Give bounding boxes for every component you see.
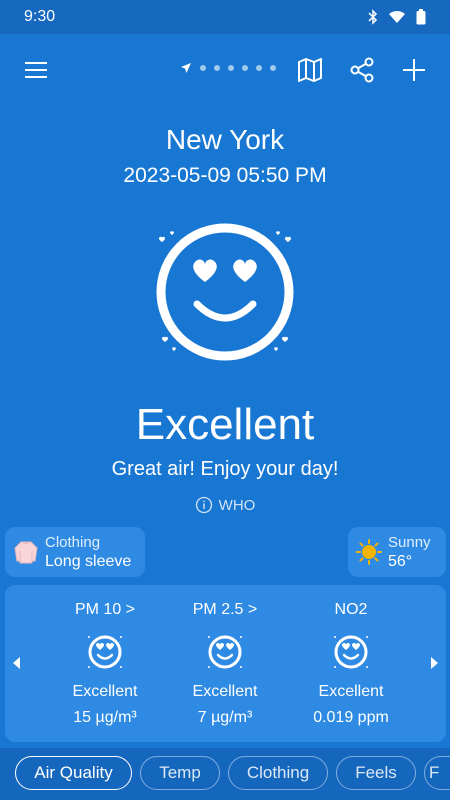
pollutant-status: Excellent (318, 683, 384, 700)
status-icons (368, 9, 426, 25)
air-quality-message: Great air! Enjoy your day! (111, 458, 339, 480)
weather-temperature: 56° (388, 553, 413, 570)
clothing-value: Long sleeve (45, 553, 132, 570)
scroll-left-button[interactable] (13, 657, 21, 672)
page-dot (200, 65, 206, 71)
status-bar: 9:30 (0, 0, 450, 34)
location-arrow-icon (181, 63, 191, 73)
pollutant-status: Excellent (72, 683, 138, 700)
page-dot (214, 65, 220, 71)
heart-eyes-face-icon (334, 635, 368, 669)
clothing-card[interactable]: Clothing Long sleeve (5, 527, 145, 577)
tab-air-quality[interactable]: Air Quality (15, 756, 132, 790)
bottom-tab-bar: Air Quality Temp Clothing Feels F (0, 748, 450, 800)
add-icon (403, 59, 425, 81)
battery-icon (416, 9, 426, 25)
app-toolbar (0, 34, 450, 106)
air-quality-face (150, 220, 300, 365)
menu-icon (25, 62, 47, 78)
pollutant-face (86, 633, 124, 671)
heart-eyes-face-icon (156, 223, 294, 361)
standard-info-link[interactable]: WHO (0, 496, 450, 514)
chevron-left-icon (13, 657, 20, 669)
share-button[interactable] (344, 52, 380, 88)
weather-text: Sunny 56° (388, 533, 431, 571)
add-location-button[interactable] (396, 52, 432, 88)
weather-card[interactable]: Sunny 56° (348, 527, 446, 577)
pollutant-value: 15 µg/m³ (73, 709, 137, 726)
air-quality-rating: Excellent (135, 400, 315, 449)
page-dot (270, 65, 276, 71)
pollutant-pm10[interactable]: PM 10 > Excellent 15 µg/m³ (45, 601, 165, 727)
pollutant-status: Excellent (192, 683, 258, 700)
long-sleeve-shirt-icon (14, 541, 38, 564)
pollutant-name: NO2 (334, 601, 368, 618)
pollutant-no2[interactable]: NO2 Excellent 0.019 ppm (291, 601, 411, 727)
observation-datetime: 2023-05-09 05:50 PM (123, 164, 327, 187)
pollutant-value: 7 µg/m³ (197, 709, 253, 726)
bluetooth-icon (368, 9, 378, 25)
pollutant-face (332, 633, 370, 671)
pollutant-name: PM 2.5 > (192, 601, 258, 618)
pollutant-name: PM 10 > (74, 601, 136, 618)
pollutant-face (206, 633, 244, 671)
scroll-right-button[interactable] (430, 657, 438, 672)
share-icon (350, 57, 374, 83)
pollutant-pm25[interactable]: PM 2.5 > Excellent 7 µg/m³ (165, 601, 285, 727)
page-dot (228, 65, 234, 71)
tab-temp[interactable]: Temp (140, 756, 220, 790)
sun-icon (356, 539, 382, 565)
tab-feels[interactable]: Feels (336, 756, 416, 790)
page-dot (256, 65, 262, 71)
clothing-label: Clothing (45, 534, 101, 551)
map-icon (298, 58, 322, 82)
location-pager[interactable] (180, 62, 276, 74)
city-name: New York (165, 124, 285, 155)
map-button[interactable] (292, 52, 328, 88)
tab-more[interactable]: F (424, 756, 450, 790)
wifi-icon (389, 10, 405, 23)
chevron-right-icon (431, 657, 438, 669)
clothing-text: Clothing Long sleeve (45, 533, 131, 571)
standard-label: WHO (218, 496, 256, 514)
pollutant-value: 0.019 ppm (313, 709, 389, 726)
tab-clothing[interactable]: Clothing (228, 756, 328, 790)
page-dot (242, 65, 248, 71)
pollutant-panel: PM 10 > Excellent 15 µg/m³ PM 2.5 > Exce… (5, 585, 446, 742)
status-time: 9:30 (24, 8, 56, 25)
heart-eyes-face-icon (208, 635, 242, 669)
heart-eyes-face-icon (88, 635, 122, 669)
menu-button[interactable] (18, 52, 54, 88)
weather-condition: Sunny (388, 534, 431, 551)
info-icon (195, 496, 212, 514)
